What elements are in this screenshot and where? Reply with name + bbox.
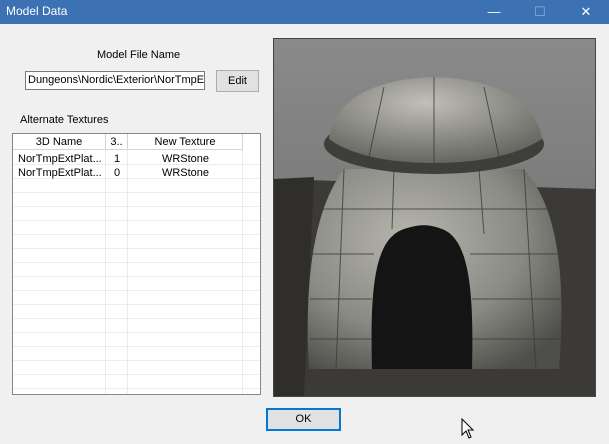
- cell-new-texture: WRStone: [161, 153, 210, 165]
- row-gridline: [13, 220, 260, 221]
- cell-3d-name: NorTmpExtPlat...: [18, 153, 102, 165]
- row-gridline: [13, 360, 260, 361]
- row-gridline: [13, 290, 260, 291]
- cell-index: 0: [113, 167, 121, 179]
- row-gridline: [13, 388, 260, 389]
- column-divider: [105, 150, 106, 394]
- alternate-textures-label: Alternate Textures: [20, 114, 109, 126]
- cell-index: 1: [113, 153, 121, 165]
- edit-button[interactable]: Edit: [216, 70, 259, 92]
- row-gridline: [13, 304, 260, 305]
- row-gridline: [13, 332, 260, 333]
- column-header-index[interactable]: 3..: [106, 134, 128, 150]
- minimize-icon[interactable]: —: [471, 0, 517, 24]
- title-bar: Model Data — ☐ ✕: [0, 0, 609, 24]
- row-gridline: [13, 346, 260, 347]
- row-gridline: [13, 318, 260, 319]
- model-preview-viewport[interactable]: [273, 38, 596, 397]
- column-divider: [242, 150, 243, 394]
- row-gridline: [13, 276, 260, 277]
- column-divider: [127, 150, 128, 394]
- window-title: Model Data: [6, 4, 68, 18]
- model-file-field[interactable]: Dungeons\Nordic\Exterior\NorTmpE:: [25, 71, 205, 90]
- table-row[interactable]: NorTmpExtPlat... 1 WRStone: [13, 152, 260, 166]
- cell-3d-name: NorTmpExtPlat...: [18, 167, 102, 179]
- row-gridline: [13, 374, 260, 375]
- row-gridline: [13, 262, 260, 263]
- ok-button[interactable]: OK: [266, 408, 341, 431]
- model-file-label: Model File Name: [97, 49, 181, 61]
- maximize-icon[interactable]: ☐: [517, 0, 563, 24]
- cell-new-texture: WRStone: [161, 167, 210, 179]
- model-preview-render: [274, 39, 595, 396]
- column-header-3d-name[interactable]: 3D Name: [13, 134, 106, 150]
- row-gridline: [13, 234, 260, 235]
- row-gridline: [13, 192, 260, 193]
- column-header-new-texture[interactable]: New Texture: [128, 134, 243, 150]
- row-gridline: [13, 248, 260, 249]
- textures-list[interactable]: 3D Name 3.. New Texture NorTmpExtPlat...…: [12, 133, 261, 395]
- row-gridline: [13, 206, 260, 207]
- table-row[interactable]: NorTmpExtPlat... 0 WRStone: [13, 166, 260, 180]
- mouse-cursor-icon: [461, 418, 475, 439]
- close-icon[interactable]: ✕: [563, 0, 609, 24]
